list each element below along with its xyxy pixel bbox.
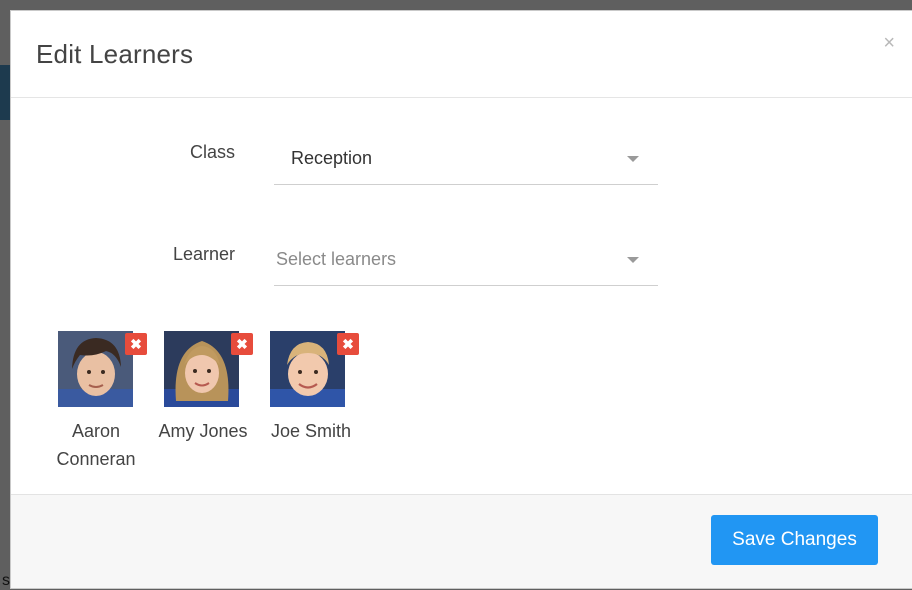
class-select-value: Reception bbox=[291, 148, 373, 168]
class-select[interactable]: Reception bbox=[274, 136, 658, 185]
modal-header: Edit Learners × bbox=[11, 11, 912, 98]
remove-learner-button[interactable]: ✖ bbox=[231, 333, 253, 355]
chevron-down-icon bbox=[627, 156, 639, 162]
learner-name: Aaron Conneran bbox=[56, 421, 136, 469]
remove-learner-button[interactable]: ✖ bbox=[125, 333, 147, 355]
background-page-text: s bbox=[2, 572, 10, 589]
close-icon[interactable]: × bbox=[883, 33, 895, 53]
chevron-down-icon bbox=[627, 257, 639, 263]
learner-label: Learner bbox=[172, 244, 235, 264]
remove-learner-button[interactable]: ✖ bbox=[337, 333, 359, 355]
modal-footer: Save Changes bbox=[11, 494, 912, 588]
avatar bbox=[270, 331, 345, 407]
learner-name: Joe Smith bbox=[270, 421, 352, 441]
edit-learners-modal: Edit Learners × Class Reception Learner … bbox=[10, 10, 912, 589]
modal-title: Edit Learners bbox=[36, 39, 194, 69]
save-changes-button[interactable]: Save Changes bbox=[711, 515, 878, 565]
learner-name: Amy Jones bbox=[158, 421, 248, 441]
learner-select-placeholder: Select learners bbox=[276, 249, 397, 269]
selected-learners: ✖ Aaron Conneran ✖ Amy Jones ✖ Joe Smith bbox=[47, 331, 447, 481]
avatar bbox=[164, 331, 239, 407]
background-page-strip bbox=[0, 65, 10, 120]
learner-select[interactable]: Select learners bbox=[274, 237, 658, 286]
avatar bbox=[58, 331, 133, 407]
class-label: Class bbox=[189, 142, 235, 162]
